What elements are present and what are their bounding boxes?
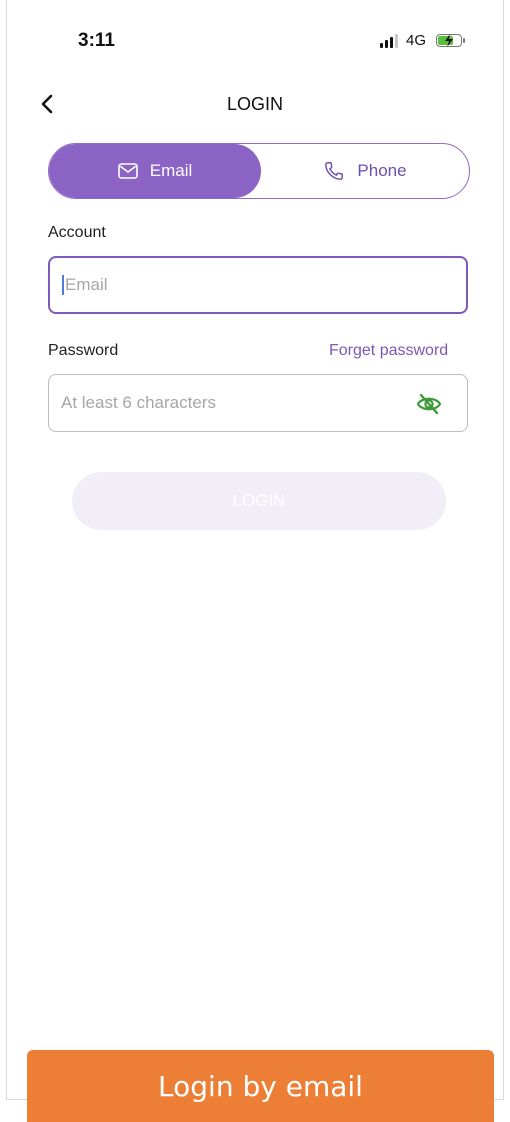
phone-icon: [325, 162, 344, 180]
password-input[interactable]: [61, 393, 381, 413]
tab-email[interactable]: Email: [49, 144, 261, 198]
status-indicators: 4G: [380, 32, 466, 49]
battery-icon: [436, 34, 466, 47]
email-input[interactable]: [65, 275, 385, 295]
status-time: 3:11: [78, 30, 115, 51]
eye-off-icon: [416, 393, 442, 415]
signal-icon: [380, 33, 398, 48]
forget-password-link[interactable]: Forget password: [329, 342, 448, 360]
caption-banner: Login by email: [27, 1050, 494, 1122]
network-type: 4G: [406, 32, 427, 49]
tab-email-label: Email: [149, 161, 193, 180]
text-caret: [62, 275, 64, 295]
account-field[interactable]: [48, 256, 468, 314]
account-label: Account: [48, 224, 106, 241]
mail-icon: [117, 163, 138, 179]
tab-phone-label: Phone: [357, 161, 407, 180]
login-method-toggle: Email Phone: [48, 143, 470, 199]
page-title: LOGIN: [226, 94, 283, 114]
toggle-password-visibility[interactable]: [415, 391, 443, 422]
password-label: Password: [48, 342, 119, 359]
tab-phone[interactable]: Phone: [261, 144, 469, 198]
login-button[interactable]: LOGIN: [72, 472, 446, 530]
password-field[interactable]: [48, 374, 468, 432]
